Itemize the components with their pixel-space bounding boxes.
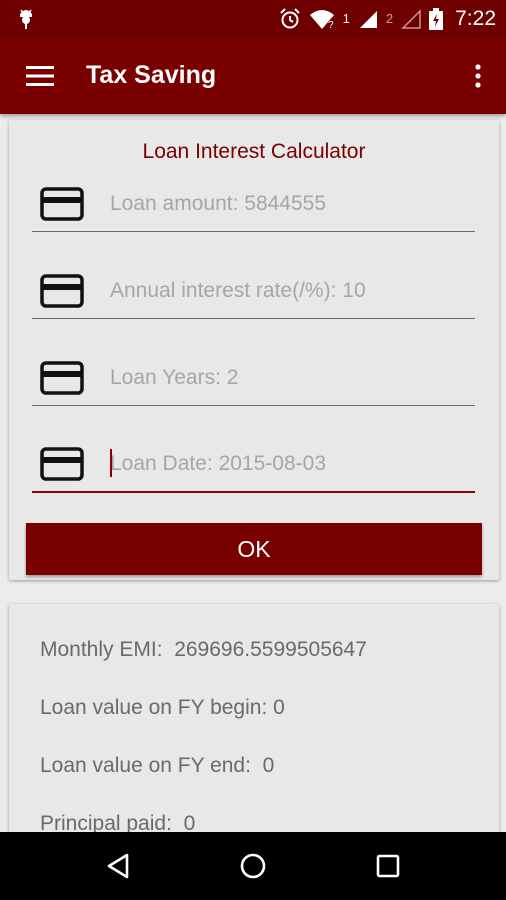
calculator-card: Loan Interest Calculator OK xyxy=(9,120,499,580)
android-debug-icon xyxy=(16,8,36,30)
loan-date-field-row xyxy=(32,437,475,493)
calculator-title: Loan Interest Calculator xyxy=(142,140,366,163)
loan-date-input[interactable] xyxy=(88,437,475,491)
navigation-bar xyxy=(0,832,506,900)
results-card: Monthly EMI: 269696.5599505647 Loan valu… xyxy=(9,604,499,864)
credit-card-icon xyxy=(32,360,88,395)
loan-years-field-row xyxy=(32,350,475,406)
sim2-label: 2 xyxy=(385,11,394,26)
home-icon[interactable] xyxy=(223,836,283,896)
fy-begin-text: Loan value on FY begin: 0 xyxy=(40,696,285,719)
status-bar: ? 1 2 7:22 xyxy=(0,0,506,37)
ok-button[interactable]: OK xyxy=(26,523,482,575)
text-cursor xyxy=(110,449,112,477)
fy-end-text: Loan value on FY end: 0 xyxy=(40,754,275,777)
svg-text:?: ? xyxy=(328,20,334,29)
app-bar: Tax Saving xyxy=(0,37,506,114)
loan-amount-input[interactable] xyxy=(88,176,475,231)
status-time: 7:22 xyxy=(455,6,496,30)
alarm-icon xyxy=(279,7,301,30)
monthly-emi-text: Monthly EMI: 269696.5599505647 xyxy=(40,638,367,661)
signal-icon xyxy=(358,9,378,29)
app-title: Tax Saving xyxy=(86,61,217,89)
sim1-label: 1 xyxy=(342,11,350,26)
credit-card-icon xyxy=(32,273,88,308)
loan-years-input[interactable] xyxy=(88,350,475,405)
battery-charging-icon xyxy=(429,7,444,30)
credit-card-icon xyxy=(32,447,88,481)
wifi-icon: ? xyxy=(309,9,335,29)
recents-icon[interactable] xyxy=(358,836,418,896)
interest-rate-field-row xyxy=(32,263,475,319)
back-icon[interactable] xyxy=(88,836,148,896)
hamburger-menu-icon[interactable] xyxy=(0,37,80,114)
interest-rate-input[interactable] xyxy=(88,263,475,318)
signal-icon xyxy=(401,8,421,29)
loan-amount-field-row xyxy=(32,176,475,232)
credit-card-icon xyxy=(32,186,88,221)
more-vert-icon[interactable] xyxy=(450,37,506,114)
